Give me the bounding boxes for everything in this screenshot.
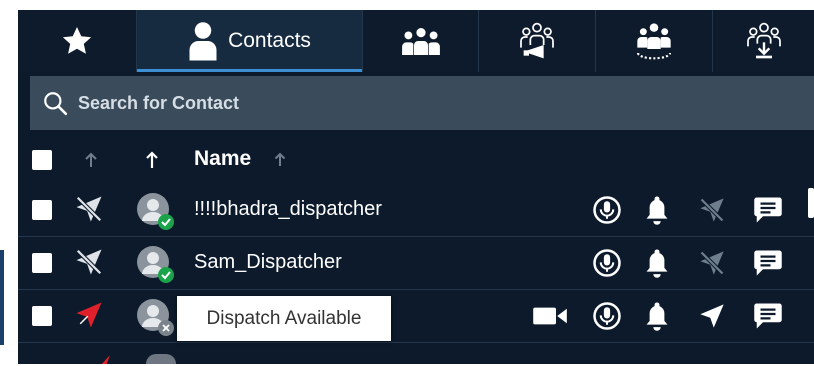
avatar xyxy=(136,192,176,237)
group-icon xyxy=(401,27,440,55)
message-icon[interactable] xyxy=(753,196,783,224)
row-checkbox[interactable] xyxy=(32,200,52,220)
location-off-icon[interactable] xyxy=(74,247,104,277)
row-checkbox[interactable] xyxy=(32,253,52,273)
contact-name: !!!!bhadra_dispatcher xyxy=(194,198,382,220)
location-active-icon xyxy=(96,353,110,364)
app-window: Contacts Search for Contact Name !!!!bha… xyxy=(0,0,814,366)
tab-favorites[interactable] xyxy=(18,10,136,72)
star-icon xyxy=(62,27,92,54)
sort-name-icon[interactable] xyxy=(274,152,286,167)
ptt-microphone-icon[interactable] xyxy=(592,195,622,225)
tab-contacts[interactable]: Contacts xyxy=(137,10,362,72)
select-all-checkbox[interactable] xyxy=(32,150,52,170)
location-request-off-icon[interactable] xyxy=(698,249,726,277)
search-input[interactable] xyxy=(76,91,680,115)
status-tooltip: Dispatch Available xyxy=(177,296,391,341)
tab-bar: Contacts xyxy=(18,10,814,72)
row-checkbox[interactable] xyxy=(32,306,52,326)
sort-location-icon[interactable] xyxy=(84,152,98,168)
contact-name: Sam_Dispatcher xyxy=(194,251,342,273)
tab-contacts-label: Contacts xyxy=(228,29,311,52)
import-group-icon xyxy=(746,22,781,59)
alert-bell-icon[interactable] xyxy=(642,300,672,332)
contact-row[interactable]: !!!!bhadra_dispatcher xyxy=(18,184,814,237)
alert-bell-icon[interactable] xyxy=(642,194,672,226)
tab-broadcast[interactable] xyxy=(479,10,595,72)
video-call-icon[interactable] xyxy=(532,305,568,327)
location-off-icon[interactable] xyxy=(74,194,104,224)
window-edge-bar xyxy=(0,250,4,345)
name-column-header[interactable]: Name xyxy=(194,147,251,171)
tab-import-group[interactable] xyxy=(713,10,814,72)
avatar xyxy=(146,354,176,364)
avatar xyxy=(136,245,176,290)
location-request-off-icon[interactable] xyxy=(698,196,726,224)
location-request-icon[interactable] xyxy=(698,302,726,330)
contacts-panel: Contacts Search for Contact Name !!!!bha… xyxy=(18,10,814,364)
online-status-icon xyxy=(158,267,174,283)
message-icon[interactable] xyxy=(753,302,783,330)
contact-row[interactable]: Sam_Dispatcher xyxy=(18,237,814,290)
tab-dynamic-group[interactable] xyxy=(596,10,712,72)
sort-status-icon[interactable] xyxy=(145,151,159,169)
alert-bell-icon[interactable] xyxy=(642,247,672,279)
person-icon xyxy=(189,22,217,61)
message-icon[interactable] xyxy=(753,249,783,277)
list-header: Name xyxy=(18,136,814,184)
contact-row[interactable] xyxy=(18,290,814,343)
avatar xyxy=(136,298,176,343)
ptt-microphone-icon[interactable] xyxy=(592,248,622,278)
ptt-microphone-icon[interactable] xyxy=(592,301,622,331)
location-active-icon[interactable] xyxy=(74,300,104,330)
broadcast-group-icon xyxy=(520,22,554,59)
search-icon xyxy=(44,92,68,116)
dynamic-group-icon xyxy=(636,23,672,60)
online-status-icon xyxy=(158,214,174,230)
scroll-handle[interactable] xyxy=(808,188,814,218)
tab-groups[interactable] xyxy=(363,10,478,72)
search-bar xyxy=(30,76,814,130)
